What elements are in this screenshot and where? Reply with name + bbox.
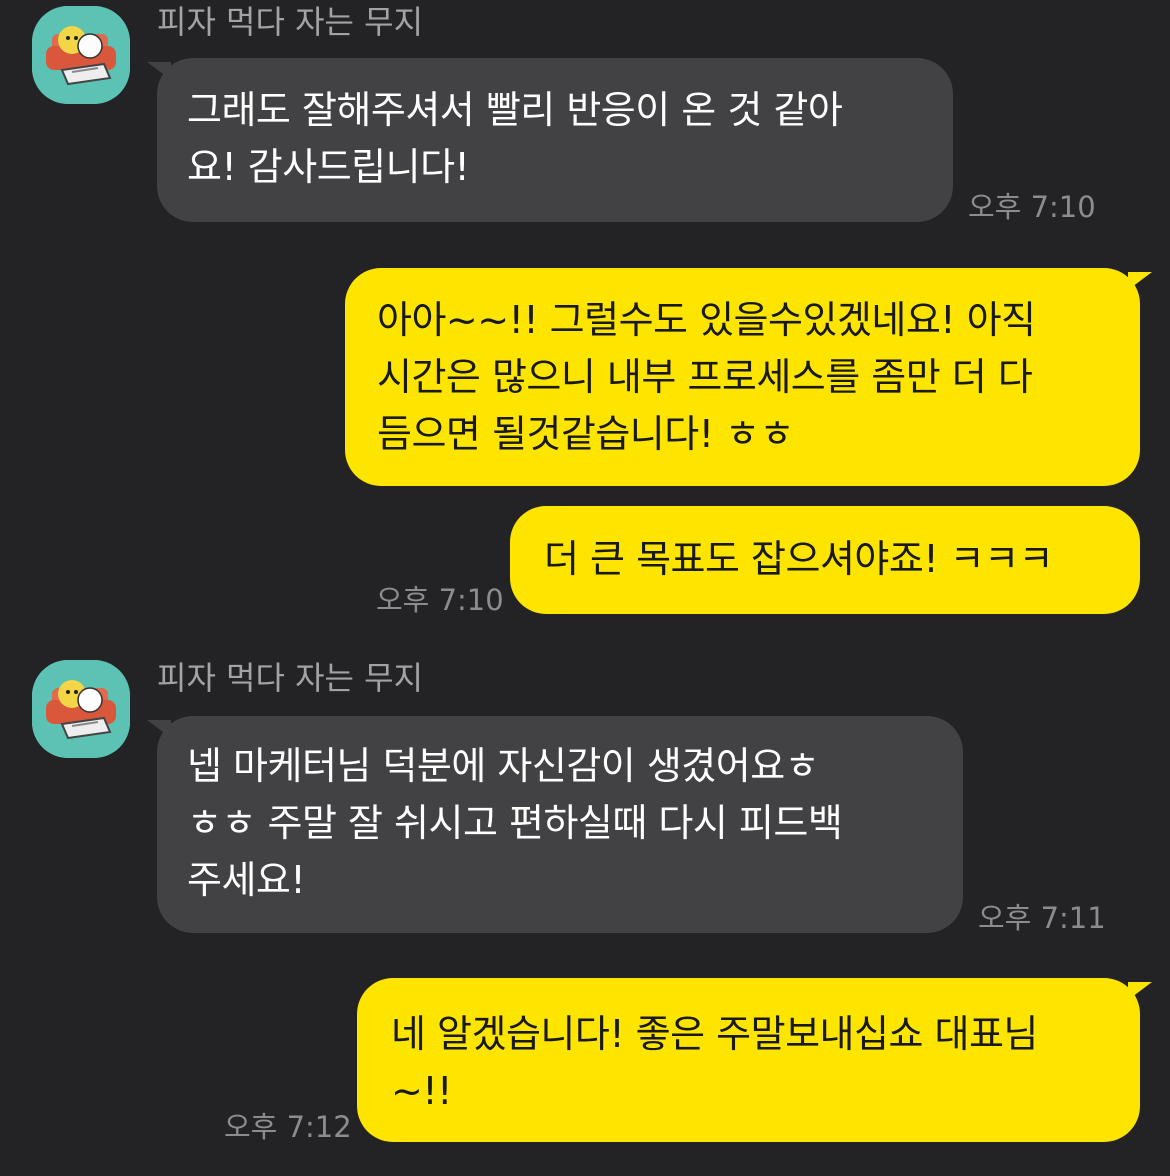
sender-avatar[interactable] bbox=[32, 6, 130, 104]
message-timestamp: 오후 7:10 bbox=[376, 583, 504, 617]
muzi-character-icon bbox=[32, 660, 130, 758]
muzi-character-icon bbox=[32, 6, 130, 104]
sender-name: 피자 먹다 자는 무지 bbox=[157, 659, 424, 697]
message-timestamp: 오후 7:11 bbox=[978, 901, 1106, 935]
message-timestamp: 오후 7:10 bbox=[968, 190, 1096, 224]
message-bubble-incoming[interactable]: 넵 마케터님 덕분에 자신감이 생겼어요ㅎ ㅎㅎ 주말 잘 쉬시고 편하실때 다… bbox=[157, 716, 963, 933]
sender-avatar[interactable] bbox=[32, 660, 130, 758]
message-bubble-outgoing[interactable]: 네 알겠습니다! 좋은 주말보내십쇼 대표님 ~!! bbox=[357, 978, 1140, 1142]
sender-name: 피자 먹다 자는 무지 bbox=[157, 3, 424, 41]
message-bubble-outgoing[interactable]: 아아~~!! 그럴수도 있을수있겠네요! 아직 시간은 많으니 내부 프로세스를… bbox=[345, 268, 1140, 486]
message-bubble-outgoing[interactable]: 더 큰 목표도 잡으셔야죠! ㅋㅋㅋ bbox=[510, 506, 1140, 614]
message-bubble-incoming[interactable]: 그래도 잘해주셔서 빨리 반응이 온 것 같아 요! 감사드립니다! bbox=[157, 58, 953, 222]
message-timestamp: 오후 7:12 bbox=[224, 1110, 352, 1144]
